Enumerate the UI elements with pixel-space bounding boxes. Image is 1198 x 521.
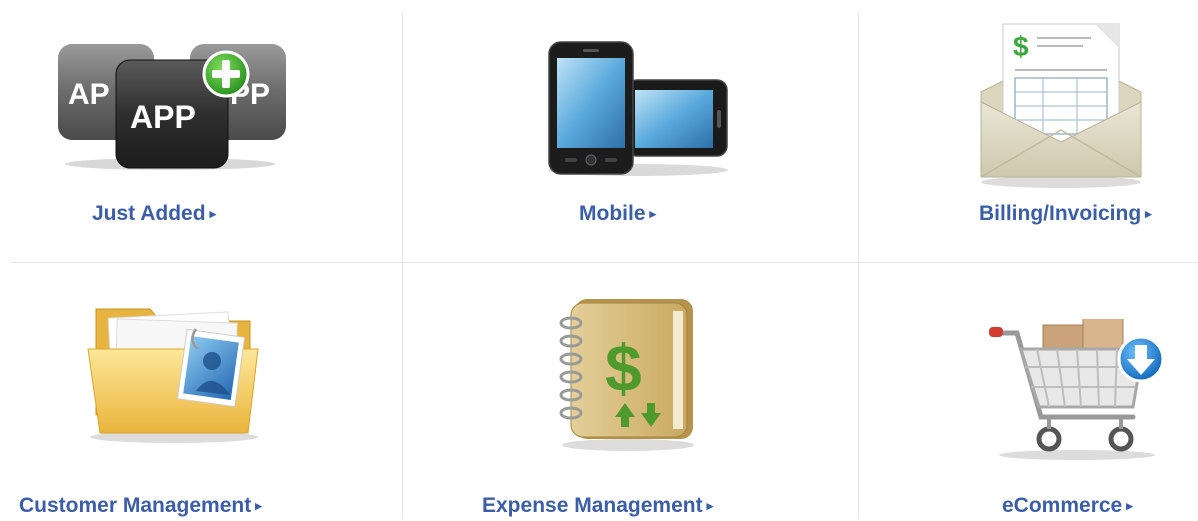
label-text: Mobile xyxy=(579,202,646,225)
svg-text:APP: APP xyxy=(130,99,196,135)
invoice-envelope-icon: $ xyxy=(980,23,1142,188)
category-label[interactable]: Just Added ▸ xyxy=(92,201,216,229)
category-label[interactable]: Billing/Invoicing ▸ xyxy=(979,201,1152,229)
category-customer-management[interactable]: Customer Management ▸ xyxy=(0,263,402,519)
app-plus-icon: AP PP APP xyxy=(58,44,286,170)
svg-text:$: $ xyxy=(1013,31,1029,62)
category-label[interactable]: Customer Management ▸ xyxy=(19,493,262,521)
category-mobile[interactable]: Mobile ▸ xyxy=(403,0,858,262)
label-text: Billing/Invoicing xyxy=(979,202,1142,225)
chevron-right-icon: ▸ xyxy=(255,498,262,513)
category-label[interactable]: Mobile ▸ xyxy=(579,201,656,229)
chevron-right-icon: ▸ xyxy=(649,206,657,221)
label-text: Customer Management xyxy=(19,494,252,517)
chevron-right-icon: ▸ xyxy=(706,498,714,513)
chevron-right-icon: ▸ xyxy=(1126,498,1133,513)
chevron-right-icon: ▸ xyxy=(209,206,217,221)
category-expense-management[interactable]: $ Expense Management ▸ xyxy=(403,263,858,519)
customer-folder-icon xyxy=(87,308,259,443)
svg-text:$: $ xyxy=(605,331,642,405)
category-label[interactable]: eCommerce ▸ xyxy=(1002,493,1133,521)
category-label[interactable]: Expense Management ▸ xyxy=(482,493,713,521)
category-billing-invoicing[interactable]: $ Billing/Invoicing ▸ xyxy=(859,0,1198,262)
chevron-right-icon: ▸ xyxy=(1145,206,1152,221)
category-just-added[interactable]: AP PP APP Just Added ▸ xyxy=(0,0,402,262)
mobile-phone-icon xyxy=(548,41,728,176)
category-ecommerce[interactable]: eCommerce ▸ xyxy=(859,263,1198,519)
label-text: Expense Management xyxy=(482,494,703,517)
expense-book-icon: $ xyxy=(559,299,694,451)
category-grid: AP PP APP Just Added ▸ Mobile ▸ $ Billin… xyxy=(0,0,1198,519)
svg-text:AP: AP xyxy=(68,78,110,111)
shopping-cart-icon xyxy=(989,319,1165,460)
label-text: eCommerce xyxy=(1002,494,1123,517)
label-text: Just Added xyxy=(92,202,206,225)
